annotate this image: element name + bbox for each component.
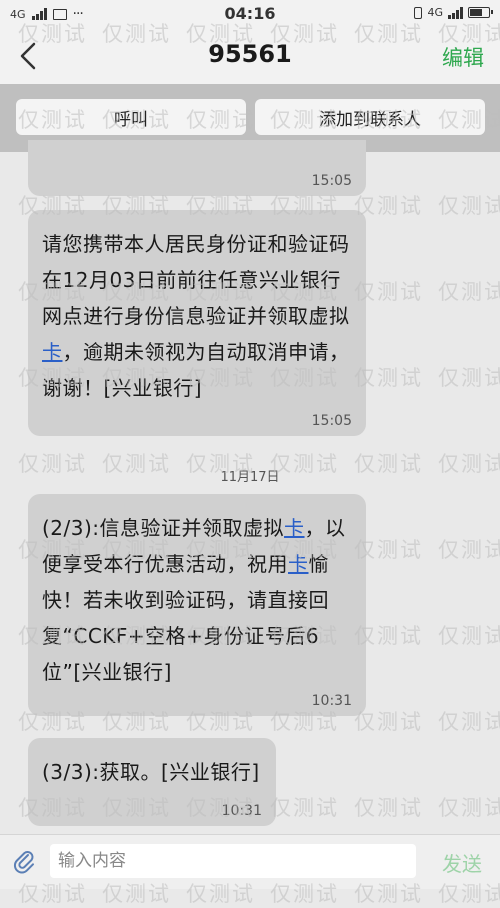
message-input[interactable] (50, 844, 416, 878)
call-button[interactable]: 呼叫 (16, 99, 246, 135)
edit-button[interactable]: 编辑 (442, 42, 484, 72)
watermark-text: 仅测试 (354, 710, 423, 734)
watermark-text: 仅测试 (438, 710, 500, 734)
watermark-text: 仅测试 (438, 194, 500, 218)
message-text-part: 请您携带本人居民身份证和验证码在12月03日前前往任意兴业银行网点进行身份信息验… (42, 232, 350, 328)
watermark-text: 仅测试 (438, 280, 500, 304)
watermark-text: 仅测试 (438, 624, 500, 648)
message-bubble[interactable]: (2/3):信息验证并领取虚拟卡，以便享受本行优惠活动，祝用卡愉快！若未收到验证… (28, 494, 366, 716)
message-text: (3/3):获取。[兴业银行] (42, 760, 260, 784)
watermark-text: 仅测试 (354, 796, 423, 820)
vibrate-icon (414, 6, 423, 19)
message-text-part: ，逾期未领视为自动取消申请，谢谢！[兴业银行] (42, 340, 350, 400)
date-separator: 11月17日 (220, 470, 280, 485)
signal-icon (448, 6, 463, 19)
message-bubble[interactable]: 15:05 (28, 140, 366, 196)
message-text-part: (2/3):信息验证并领取虚拟 (42, 516, 285, 540)
watermark-text: 仅测试 (438, 796, 500, 820)
conversation-title: 95561 (208, 40, 292, 68)
message-bubble[interactable]: 请您携带本人居民身份证和验证码在12月03日前前往任意兴业银行网点进行身份信息验… (28, 210, 366, 436)
send-button[interactable]: 发送 (442, 848, 482, 877)
message-time: 10:31 (221, 803, 262, 819)
input-bar: 发送 (0, 834, 500, 889)
message-bubble[interactable]: (3/3):获取。[兴业银行] 10:31 (28, 738, 276, 826)
message-link[interactable]: 卡 (288, 552, 309, 576)
message-time: 15:05 (311, 173, 352, 189)
message-link[interactable]: 卡 (42, 340, 63, 364)
message-time: 15:05 (311, 413, 352, 429)
network-label-right: 4G (427, 6, 443, 19)
watermark-text: 仅测试 (438, 538, 500, 562)
title-bar: 95561 编辑 (0, 28, 500, 84)
message-text: (2/3):信息验证并领取虚拟卡，以便享受本行优惠活动，祝用卡愉快！若未收到验证… (42, 510, 354, 690)
status-right: 4G (414, 6, 493, 19)
attachment-icon[interactable] (12, 849, 38, 875)
add-contact-button[interactable]: 添加到联系人 (255, 99, 485, 135)
watermark-text: 仅测试 (438, 366, 500, 390)
status-bar: 4G ··· 04:16 4G (0, 0, 500, 28)
battery-icon (468, 7, 493, 18)
message-text: 请您携带本人居民身份证和验证码在12月03日前前往任意兴业银行网点进行身份信息验… (42, 226, 354, 406)
message-link[interactable]: 卡 (284, 516, 305, 540)
message-time: 10:31 (311, 693, 352, 709)
watermark-text: 仅测试 (270, 796, 339, 820)
